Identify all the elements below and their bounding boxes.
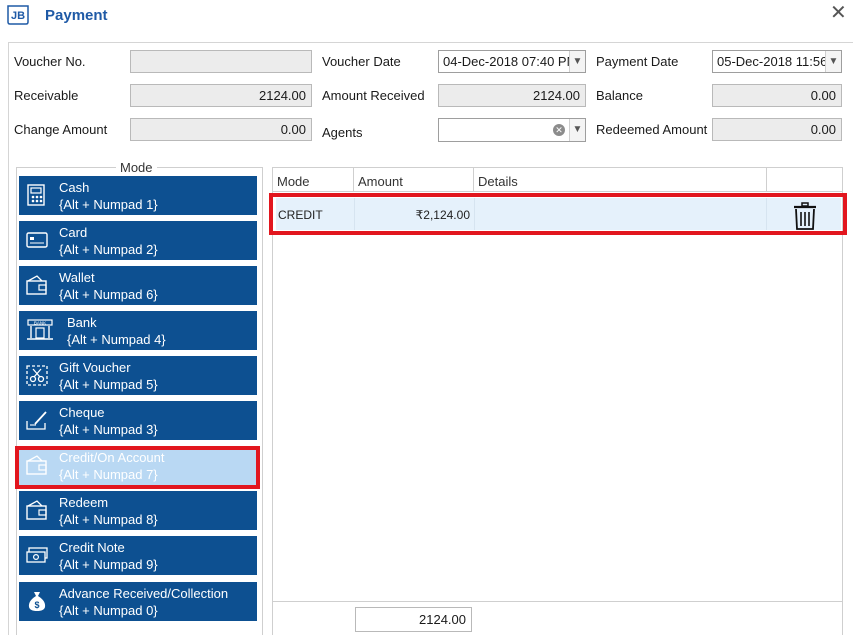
redeem-icon — [26, 500, 47, 520]
chevron-down-icon[interactable]: ▼ — [569, 51, 585, 72]
mode-button-gift-voucher[interactable]: Gift Voucher {Alt + Numpad 5} — [19, 356, 257, 395]
svg-text:BANK: BANK — [34, 320, 46, 325]
agents-dropdown[interactable]: ✕ ▼ — [438, 118, 586, 142]
mode-shortcut: {Alt + Numpad 4} — [67, 332, 166, 347]
column-header-action — [767, 168, 843, 192]
receivable-field: 2124.00 — [130, 84, 312, 107]
gift-voucher-icon — [26, 365, 48, 386]
svg-text:$: $ — [34, 600, 39, 610]
total-amount-field: 2124.00 — [355, 607, 472, 632]
cash-icon — [27, 184, 45, 206]
mode-label: Credit Note — [59, 540, 125, 555]
column-header-mode[interactable]: Mode — [273, 168, 354, 192]
jb-logo-icon: JB — [7, 5, 29, 25]
voucher-no-field[interactable] — [130, 50, 312, 73]
bank-icon: BANK — [27, 319, 53, 340]
mode-button-cash[interactable]: Cash {Alt + Numpad 1} — [19, 176, 257, 215]
mode-shortcut: {Alt + Numpad 5} — [59, 377, 158, 392]
title-bar: JB Payment ✕ — [0, 0, 853, 32]
window-title: Payment — [45, 7, 108, 24]
amount-received-label: Amount Received — [322, 88, 425, 103]
mode-shortcut: {Alt + Numpad 2} — [59, 242, 158, 257]
chevron-down-icon[interactable]: ▼ — [825, 51, 841, 72]
mode-button-credit-note[interactable]: Credit Note {Alt + Numpad 9} — [19, 536, 257, 575]
mode-label: Redeem — [59, 495, 109, 510]
mode-shortcut: {Alt + Numpad 3} — [59, 422, 158, 437]
mode-label: Bank — [67, 315, 97, 330]
mode-button-bank[interactable]: BANK Bank {Alt + Numpad 4} — [19, 311, 257, 350]
receivable-label: Receivable — [14, 88, 79, 103]
redeemed-amount-field: 0.00 — [712, 118, 842, 141]
payment-date-label: Payment Date — [596, 54, 679, 69]
mode-shortcut: {Alt + Numpad 9} — [59, 557, 158, 572]
mode-group-label: Mode — [116, 160, 157, 175]
amount-received-field: 2124.00 — [438, 84, 586, 107]
mode-label: Card — [59, 225, 88, 240]
money-bag-icon: $ — [28, 592, 46, 611]
mode-button-card[interactable]: Card {Alt + Numpad 2} — [19, 221, 257, 260]
payment-date-value: 05-Dec-2018 11:56 — [717, 54, 827, 69]
svg-text:JB: JB — [11, 10, 25, 22]
change-amount-label: Change Amount — [14, 122, 108, 137]
credit-note-icon — [26, 547, 48, 563]
card-icon — [26, 232, 48, 248]
close-icon[interactable]: ✕ — [830, 3, 847, 23]
voucher-date-value: 04-Dec-2018 07:40 PM — [443, 54, 569, 69]
mode-button-cheque[interactable]: Cheque {Alt + Numpad 3} — [19, 401, 257, 440]
mode-label: Cheque — [59, 405, 105, 420]
mode-label: Cash — [59, 180, 90, 195]
mode-shortcut: {Alt + Numpad 0} — [59, 603, 158, 618]
mode-label: Wallet — [59, 270, 95, 285]
wallet-icon — [26, 275, 47, 295]
selected-row-highlight — [269, 193, 847, 235]
voucher-date-picker[interactable]: 04-Dec-2018 07:40 PM ▼ — [438, 50, 586, 73]
change-amount-field: 0.00 — [130, 118, 312, 141]
balance-field: 0.00 — [712, 84, 842, 107]
clear-icon[interactable]: ✕ — [553, 124, 565, 136]
selected-mode-highlight — [15, 446, 260, 489]
redeemed-amount-label: Redeemed Amount — [596, 122, 708, 137]
mode-shortcut: {Alt + Numpad 6} — [59, 287, 158, 302]
mode-label: Gift Voucher — [59, 360, 131, 375]
agents-label: Agents — [322, 125, 363, 140]
chevron-down-icon[interactable]: ▼ — [569, 119, 585, 141]
mode-shortcut: {Alt + Numpad 8} — [59, 512, 158, 527]
mode-label: Advance Received/Collection — [59, 586, 229, 601]
voucher-date-label: Voucher Date — [322, 54, 401, 69]
mode-button-wallet[interactable]: Wallet {Alt + Numpad 6} — [19, 266, 257, 305]
voucher-no-label: Voucher No. — [14, 54, 86, 69]
mode-button-redeem[interactable]: Redeem {Alt + Numpad 8} — [19, 491, 257, 530]
column-header-amount[interactable]: Amount — [354, 168, 474, 192]
mode-shortcut: {Alt + Numpad 1} — [59, 197, 158, 212]
column-header-details[interactable]: Details — [474, 168, 767, 192]
grid-footer-divider — [273, 601, 843, 602]
payment-date-picker[interactable]: 05-Dec-2018 11:56 ▼ — [712, 50, 842, 73]
mode-button-advance-received[interactable]: $ Advance Received/Collection {Alt + Num… — [19, 582, 257, 621]
cheque-icon — [26, 411, 47, 430]
payment-grid: Mode Amount Details — [272, 167, 843, 635]
balance-label: Balance — [596, 88, 643, 103]
